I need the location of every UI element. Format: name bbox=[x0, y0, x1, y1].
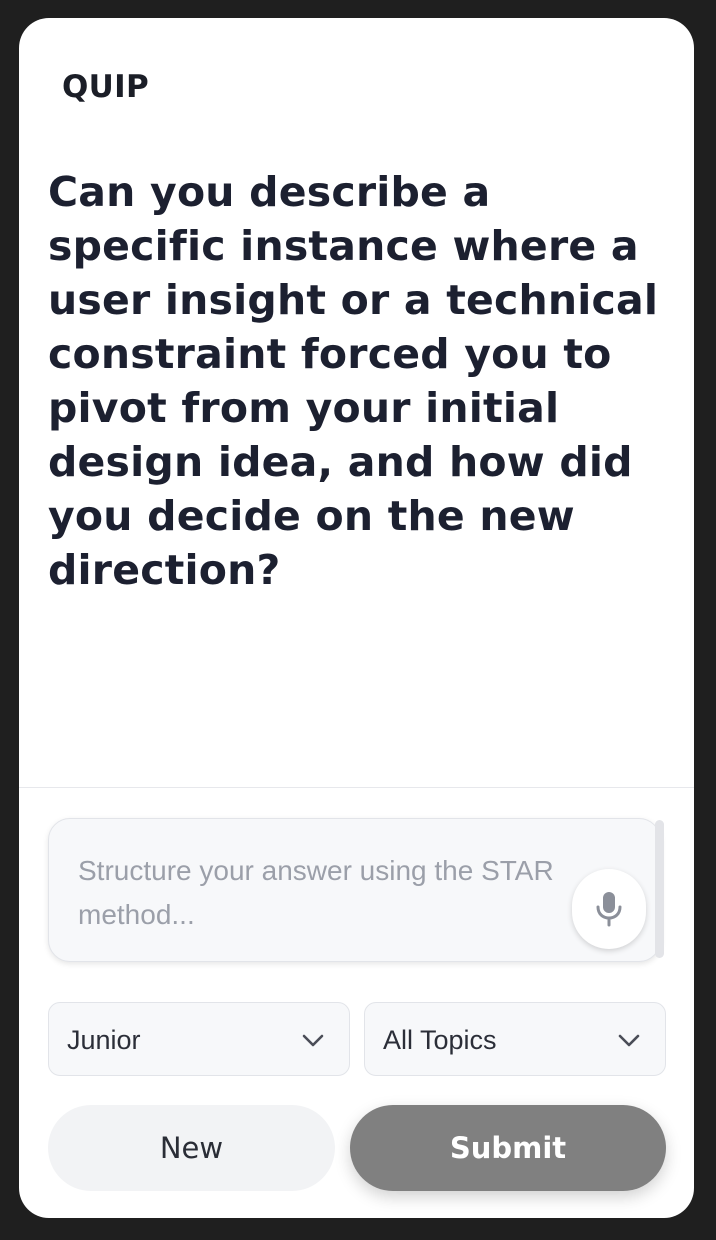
app-logo: QUIP bbox=[62, 69, 149, 105]
answer-input[interactable] bbox=[49, 819, 589, 961]
mic-button[interactable] bbox=[572, 869, 646, 949]
level-select-value: Junior bbox=[67, 1025, 141, 1055]
level-select[interactable]: Junior bbox=[48, 1002, 350, 1076]
chevron-down-icon bbox=[618, 1034, 640, 1047]
chevron-down-icon bbox=[302, 1034, 324, 1047]
answer-scrollbar[interactable] bbox=[655, 820, 664, 958]
topic-select[interactable]: All Topics bbox=[364, 1002, 666, 1076]
microphone-icon bbox=[596, 892, 622, 927]
submit-button[interactable]: Submit bbox=[350, 1105, 666, 1191]
topic-select-value: All Topics bbox=[383, 1025, 497, 1055]
question-text: Can you describe a specific instance whe… bbox=[48, 168, 659, 594]
divider bbox=[19, 787, 694, 788]
new-button[interactable]: New bbox=[48, 1105, 335, 1191]
interview-card: QUIP Can you describe a specific instanc… bbox=[19, 18, 694, 1218]
answer-box bbox=[48, 818, 661, 962]
